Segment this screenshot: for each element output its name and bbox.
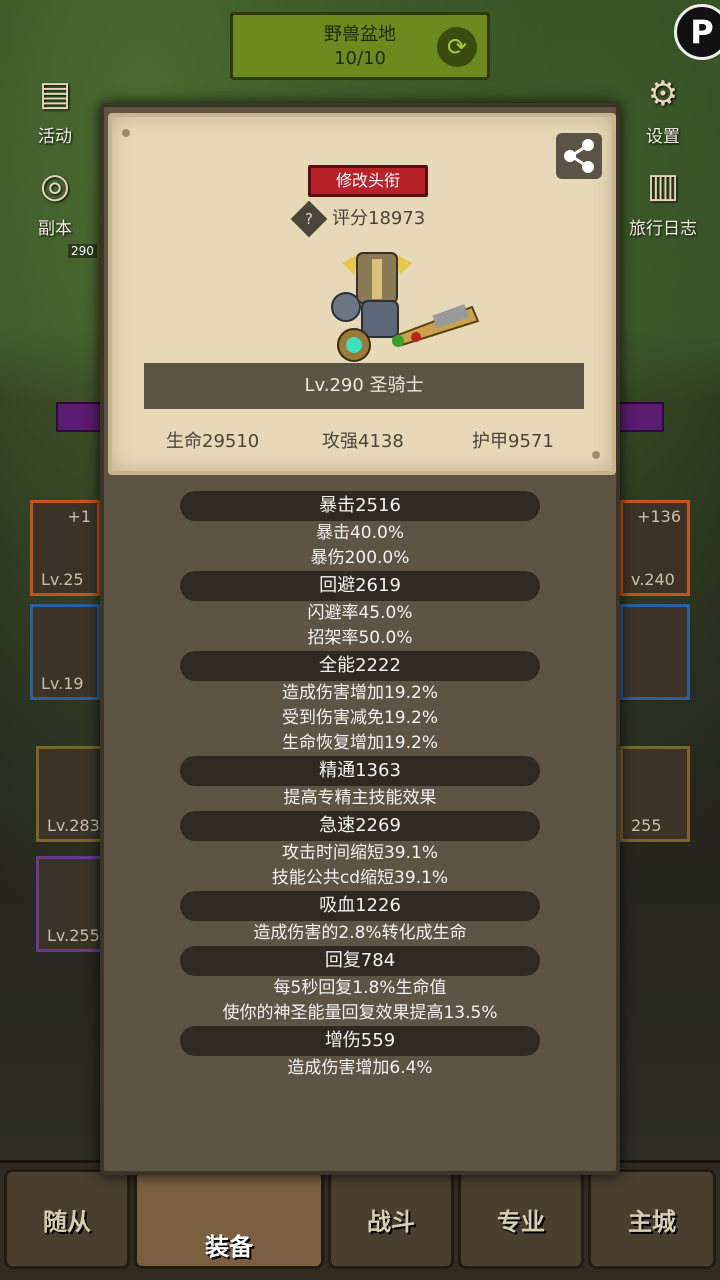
attribute-header: 精通1363 [180,756,540,786]
gear-icon: ⚙ [647,74,679,114]
equip-slot-weapon[interactable]: Lv.283 [36,746,106,842]
share-icon [564,139,594,173]
activity-label: 活动 [38,127,72,147]
attribute-header: 急速2269 [180,811,540,841]
attribute-header: 增伤559 [180,1026,540,1056]
attribute-detail: 生命恢复增加19.2% [281,733,438,753]
equip-slot-shoulder[interactable]: Lv.19 [30,604,100,700]
dungeon-portal-icon: ◎ [40,166,70,206]
exp-bar-left [56,402,102,432]
attribute-detail: 造成伤害增加6.4% [287,1058,433,1078]
side-level-badge: 290 [68,244,97,258]
attribute-detail: 提高专精主技能效果 [283,788,437,808]
character-card: 修改头衔 ? 评分18973 Lv.290 圣骑士 生命29510 攻强4138… [108,113,616,475]
attribute-header: 暴击2516 [180,491,540,521]
attribute-header: 回复784 [180,946,540,976]
travel-log-label: 旅行日志 [629,219,697,239]
score-value: 评分18973 [332,208,426,229]
attribute-detail: 受到伤害减免19.2% [281,708,438,728]
tab-equipment[interactable]: 装备 [134,1169,324,1269]
attribute-detail: 暴伤200.0% [310,548,410,568]
settings-label: 设置 [646,127,680,147]
attack-stat: 攻强4138 [322,431,404,452]
attribute-detail: 攻击时间缩短39.1% [281,843,438,863]
attribute-header: 吸血1226 [180,891,540,921]
tab-battle[interactable]: 战斗 [328,1169,454,1269]
journal-icon: ▥ [646,166,680,206]
hp-stat: 生命29510 [166,431,260,452]
tab-followers[interactable]: 随从 [4,1169,130,1269]
location-banner[interactable]: 野兽盆地 10/10 ⟳ [230,12,490,80]
change-title-button[interactable]: 修改头衔 [308,165,428,197]
attribute-detail: 造成伤害增加19.2% [281,683,438,703]
attribute-detail: 招架率50.0% [307,628,413,648]
equip-slot-chest[interactable]: +136 v.240 [620,500,690,596]
help-icon[interactable]: ? [290,200,328,238]
settings-button[interactable]: ⚙ 设置 [618,68,708,147]
dungeon-label: 副本 [38,219,72,239]
core-stats: 生命29510 攻强4138 护甲9571 [112,423,612,457]
equip-slot-trinket[interactable]: 255 [620,746,690,842]
score-display: ? 评分18973 [290,200,426,238]
activity-button[interactable]: ▤ 活动 [10,68,100,147]
exp-bar-right [618,402,664,432]
equip-slot-belt[interactable] [620,604,690,700]
tab-profession[interactable]: 专业 [458,1169,584,1269]
tab-main-city[interactable]: 主城 [588,1169,716,1269]
attribute-detail: 技能公共cd缩短39.1% [271,868,449,888]
character-stats-dialog: 修改头衔 ? 评分18973 Lv.290 圣骑士 生命29510 攻强4138… [100,103,620,1175]
bottom-navigation: 随从 装备 战斗 专业 主城 [0,1160,720,1280]
attribute-detail: 使你的神圣能量回复效果提高13.5% [222,1003,498,1023]
attribute-header: 回避2619 [180,571,540,601]
attribute-header: 全能2222 [180,651,540,681]
attribute-detail: 每5秒回复1.8%生命值 [273,978,447,998]
refresh-icon[interactable]: ⟳ [437,27,477,67]
armor-stat: 护甲9571 [472,431,554,452]
attribute-detail: 闪避率45.0% [307,603,413,623]
attribute-detail: 造成伤害的2.8%转化成生命 [253,923,467,943]
share-button[interactable] [556,133,602,179]
attribute-list: 暴击2516 暴击40.0% 暴伤200.0% 回避2619 闪避率45.0% 招架率50… [104,491,616,1081]
dungeon-button[interactable]: ◎ 副本 [10,160,100,239]
level-class-bar: Lv.290 圣骑士 [144,363,584,409]
paladin-avatar [331,252,480,362]
attribute-detail: 暴击40.0% [315,523,404,543]
equip-slot-ring[interactable]: Lv.255 [36,856,106,952]
travel-log-button[interactable]: ▥ 旅行日志 [618,160,708,239]
event-scroll-icon: ▤ [38,74,72,114]
card-pin-icon [122,129,130,137]
equip-slot-helmet[interactable]: +1 Lv.25 [30,500,100,596]
